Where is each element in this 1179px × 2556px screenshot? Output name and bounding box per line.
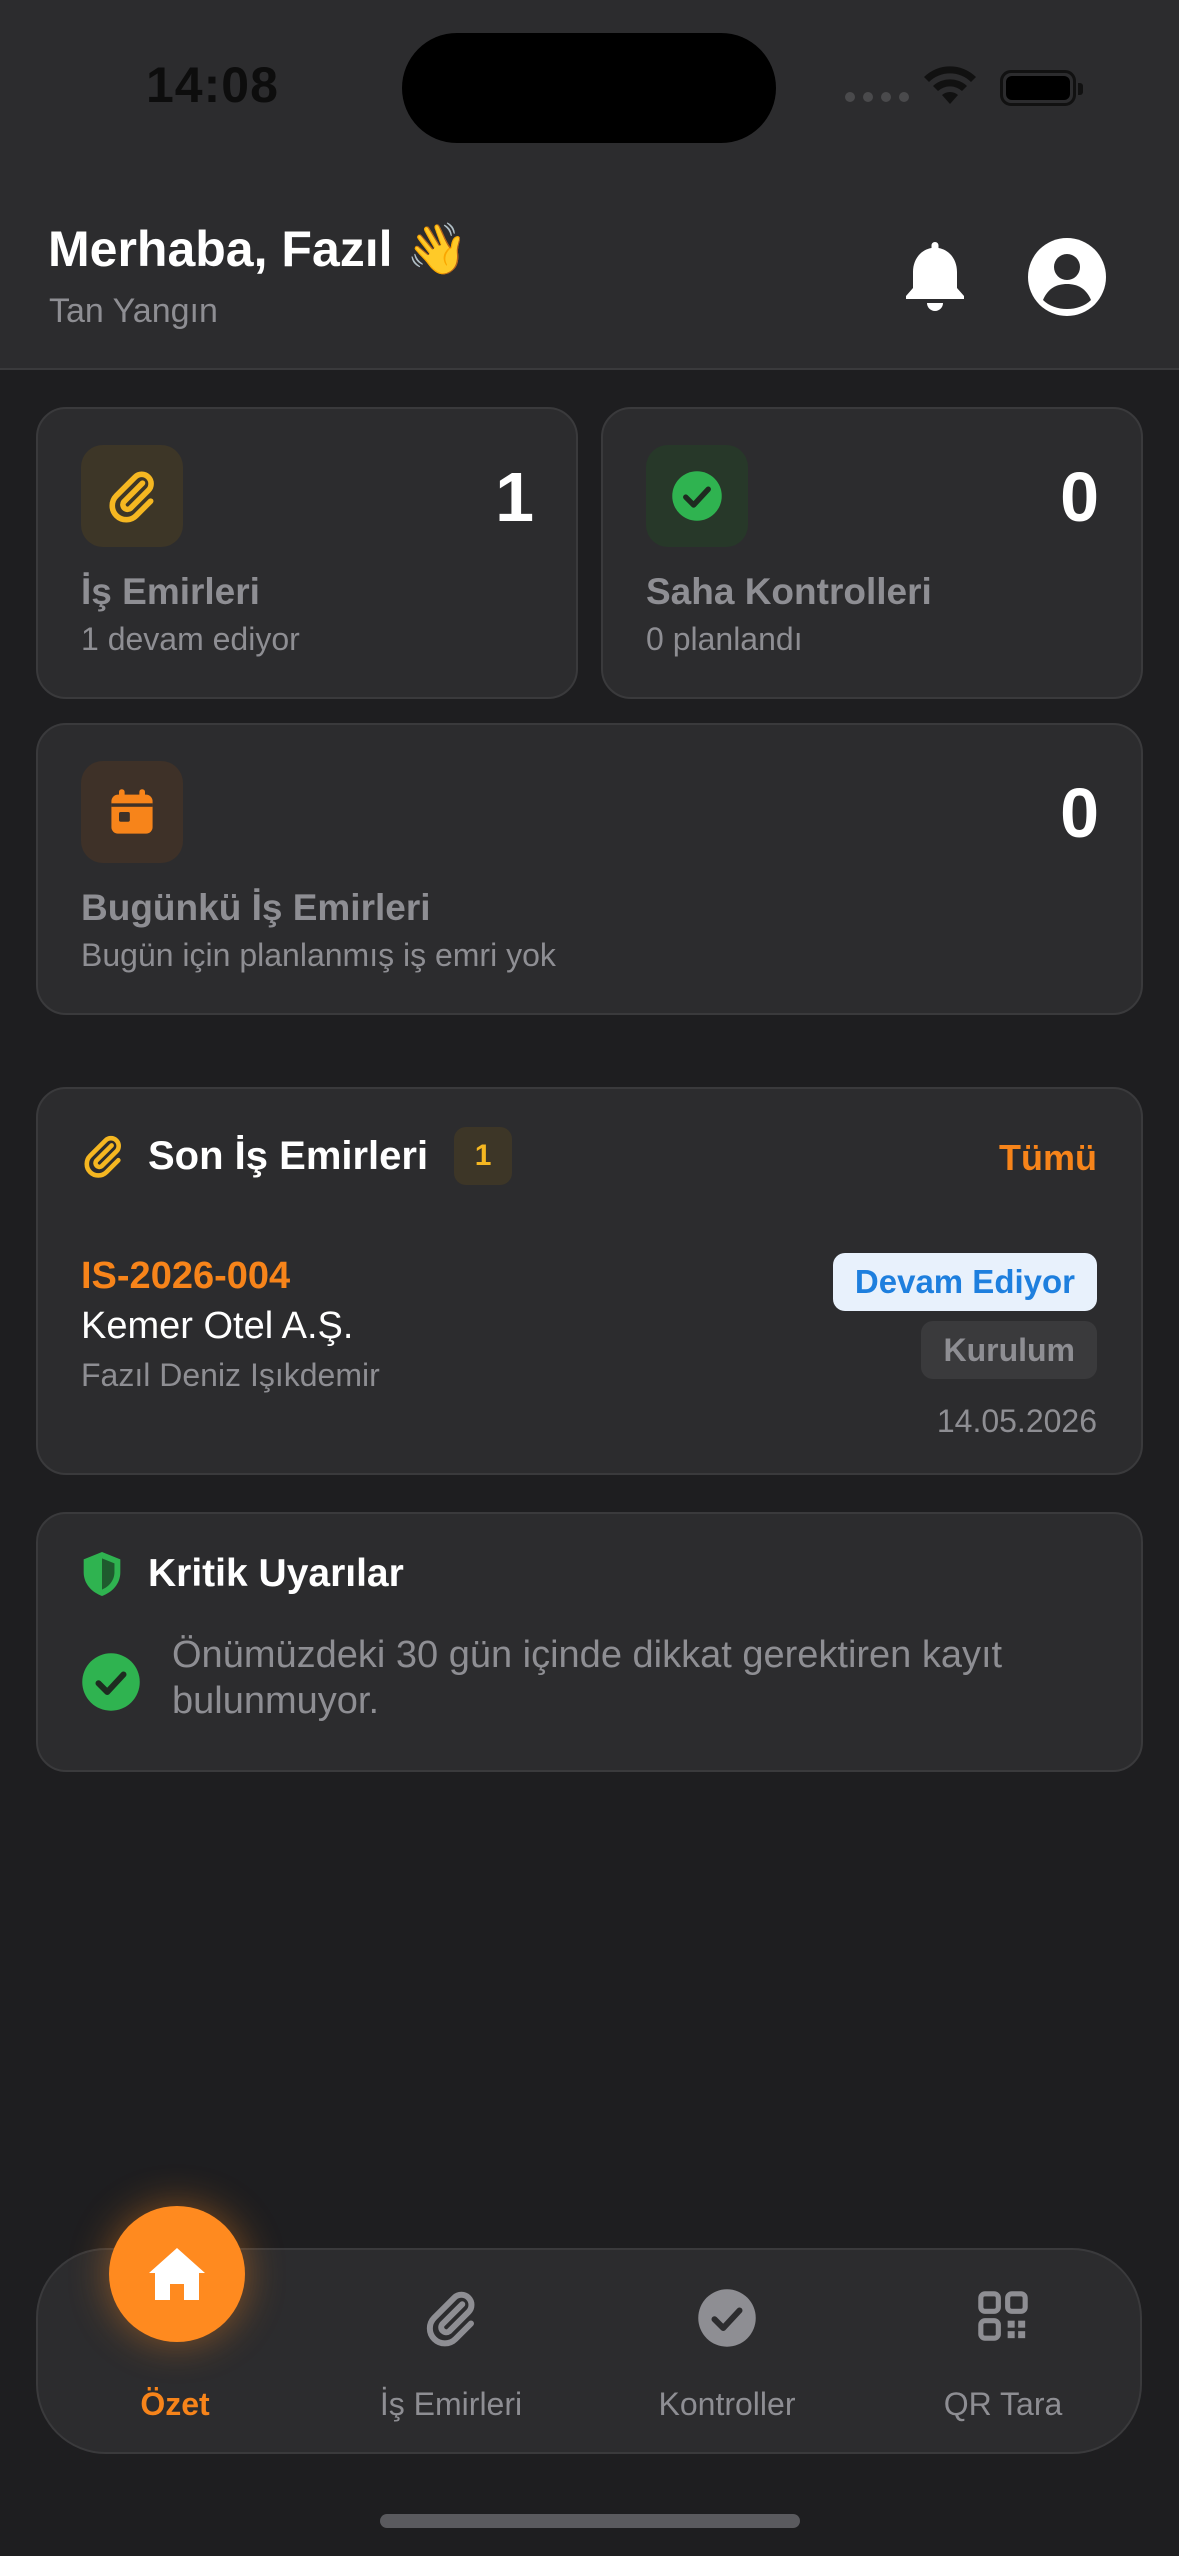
qr-code-icon [978,2291,1028,2341]
recent-orders-count-badge: 1 [454,1127,513,1185]
tab-label: Özet [140,2386,210,2422]
status-badge: Devam Ediyor [832,1253,1097,1311]
tab-is-emirleri[interactable]: İş Emirleri [313,2248,589,2454]
wifi-icon [924,66,976,104]
work-orders-stat-card[interactable]: 1 İş Emirleri 1 devam ediyor [36,407,578,699]
check-circle-icon [646,445,748,547]
critical-alerts-header: Kritik Uyarılar [80,1550,404,1598]
bell-icon[interactable] [900,238,970,314]
profile-icon[interactable] [1026,236,1108,318]
home-icon[interactable] [109,2206,245,2342]
dynamic-island [402,33,776,143]
paperclip-icon [426,2291,475,2347]
work-orders-count: 1 [495,458,534,536]
work-order-code: IS-2026-004 [81,1255,291,1297]
status-bar: 14:08 [0,0,1179,170]
work-order-client: Kemer Otel A.Ş. [81,1305,354,1347]
today-orders-stat-card[interactable]: 0 Bugünkü İş Emirleri Bugün için planlan… [36,723,1143,1015]
calendar-icon [81,761,183,863]
work-orders-title: İş Emirleri [81,571,260,612]
work-type-badge: Kurulum [921,1321,1097,1379]
work-order-date: 14.05.2026 [936,1403,1097,1439]
critical-alerts-card: Kritik Uyarılar Önümüzdeki 30 gün içinde… [36,1512,1143,1772]
critical-alerts-message: Önümüzdeki 30 gün içinde dikkat gerektir… [172,1634,1003,1722]
today-orders-subtitle: Bugün için planlanmış iş emri yok [81,937,556,973]
field-checks-title: Saha Kontrolleri [646,571,932,612]
paperclip-icon [81,445,183,547]
check-circle-icon [82,1653,140,1711]
app-header: Merhaba, Fazıl 👋 Tan Yangın [0,170,1179,370]
recent-orders-card: Son İş Emirleri 1 Tümü IS-2026-004 Kemer… [36,1087,1143,1475]
field-checks-count: 0 [1060,458,1099,536]
greeting-title: Merhaba, Fazıl 👋 [48,221,469,277]
status-time: 14:08 [146,57,279,113]
cellular-signal-icon [845,92,909,102]
shield-icon [83,1552,121,1596]
battery-icon [1000,70,1083,106]
tab-label: QR Tara [943,2386,1063,2422]
check-circle-icon [698,2289,756,2347]
view-all-link[interactable]: Tümü [999,1137,1097,1179]
critical-alerts-title: Kritik Uyarılar [148,1552,404,1595]
field-checks-subtitle: 0 planlandı [646,621,803,657]
recent-orders-header: Son İş Emirleri 1 [80,1127,513,1185]
paperclip-icon [84,1135,121,1178]
tab-kontroller[interactable]: Kontroller [589,2248,865,2454]
today-orders-count: 0 [1060,774,1099,852]
company-name: Tan Yangın [49,292,218,330]
work-order-assignee: Fazıl Deniz Işıkdemir [81,1357,380,1393]
today-orders-title: Bugünkü İş Emirleri [81,887,431,928]
recent-orders-title: Son İş Emirleri [148,1133,429,1178]
field-checks-stat-card[interactable]: 0 Saha Kontrolleri 0 planlandı [601,407,1143,699]
tab-qr-tara[interactable]: QR Tara [865,2248,1141,2454]
home-indicator [380,2514,800,2528]
tab-label: Kontroller [658,2386,796,2422]
work-orders-subtitle: 1 devam ediyor [81,621,300,657]
tab-label: İş Emirleri [379,2386,523,2422]
